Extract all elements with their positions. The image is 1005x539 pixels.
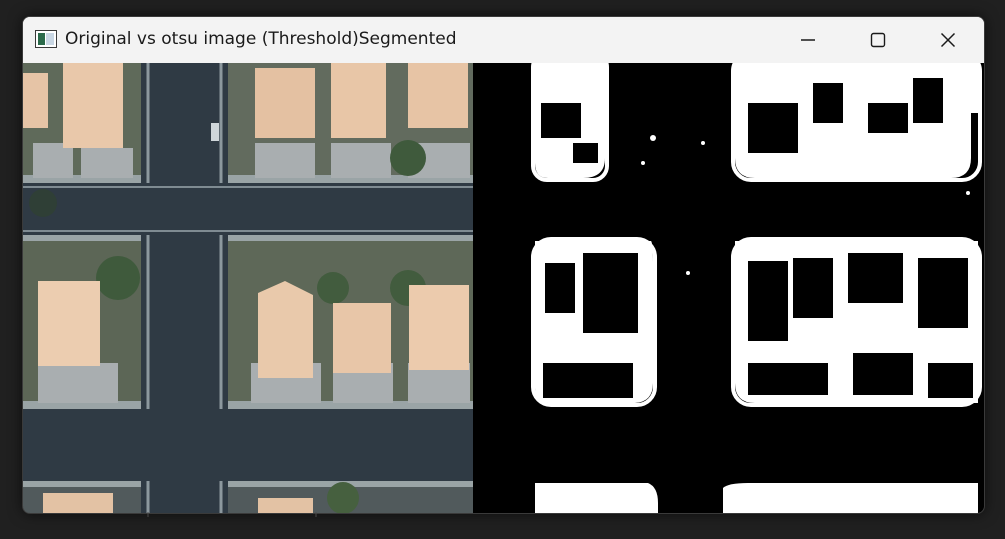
otsu-threshold-segmented-image <box>473 63 984 513</box>
aerial-original-image <box>23 63 473 513</box>
window-title: Original vs otsu image (Threshold)Segmen… <box>65 29 457 49</box>
close-button[interactable] <box>925 17 971 63</box>
image-viewer-icon <box>35 30 57 48</box>
minimize-button[interactable] <box>785 17 831 63</box>
minimize-icon <box>801 39 815 41</box>
app-window: Original vs otsu image (Threshold)Segmen… <box>22 16 985 514</box>
image-canvas <box>23 63 984 513</box>
maximize-icon <box>870 32 886 48</box>
close-icon <box>940 32 956 48</box>
title-bar[interactable]: Original vs otsu image (Threshold)Segmen… <box>23 17 984 63</box>
background-divider-marks <box>147 512 317 517</box>
maximize-button[interactable] <box>855 17 901 63</box>
